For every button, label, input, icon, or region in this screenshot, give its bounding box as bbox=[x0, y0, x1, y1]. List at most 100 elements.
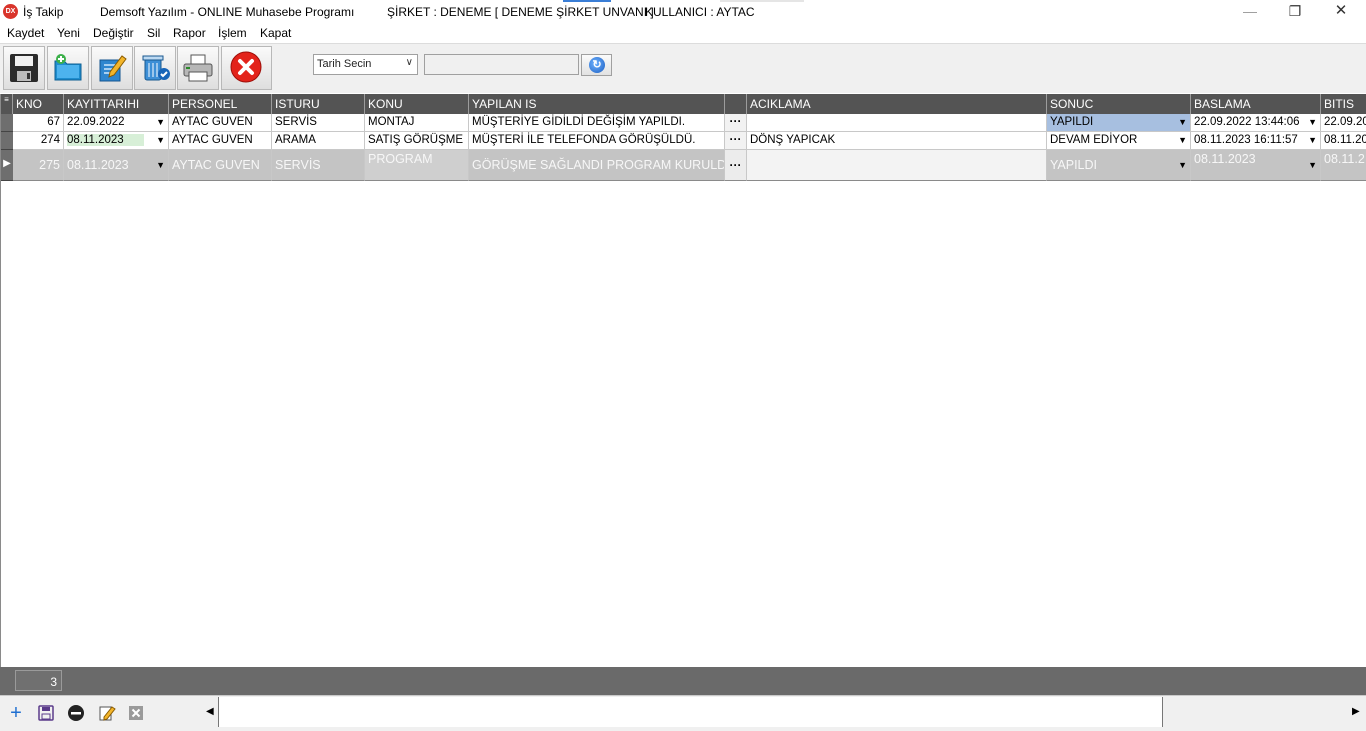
column-header-aciklama[interactable]: ACIKLAMA bbox=[747, 94, 1047, 114]
cell-bitis[interactable]: 22.09.20 bbox=[1321, 114, 1366, 132]
dropdown-arrow-icon[interactable]: ▼ bbox=[156, 117, 165, 127]
horizontal-scrollbar[interactable]: ◀ ▶ bbox=[201, 697, 1366, 727]
cell-aciklama[interactable] bbox=[747, 150, 1047, 181]
dropdown-arrow-icon[interactable]: ▼ bbox=[1308, 135, 1317, 145]
cell-kno[interactable]: 274 bbox=[13, 132, 64, 150]
cell-yapilan-is[interactable]: MÜŞTERİ İLE TELEFONDA GÖRÜŞÜLDÜ. bbox=[469, 132, 725, 150]
cell-yapilan-is[interactable]: GÖRÜŞME SAĞLANDI PROGRAM KURULDU. bbox=[469, 150, 725, 181]
menu-islem[interactable]: İşlem bbox=[218, 26, 247, 40]
cell-baslama[interactable]: 22.09.2022 13:44:06 ▼ bbox=[1191, 114, 1321, 132]
column-header-kno[interactable]: KNO bbox=[13, 94, 64, 114]
cell-personel[interactable]: AYTAC GUVEN bbox=[169, 132, 272, 150]
ellipsis-button[interactable]: ··· bbox=[725, 150, 747, 181]
dropdown-arrow-icon[interactable]: ▼ bbox=[1178, 117, 1187, 127]
column-header-button[interactable] bbox=[725, 94, 747, 114]
menu-degistir[interactable]: Değiştir bbox=[93, 26, 134, 40]
close-button[interactable]: ✕ bbox=[1318, 0, 1364, 24]
minimize-button[interactable]: — bbox=[1227, 0, 1273, 24]
refresh-icon: ↻ bbox=[589, 57, 605, 73]
tab-accent-line bbox=[563, 0, 611, 2]
cell-kayittarihi-value: 08.11.2023 bbox=[67, 158, 129, 172]
edit-icon bbox=[99, 55, 127, 82]
exit-button[interactable] bbox=[221, 46, 272, 90]
date-select[interactable]: Tarih Secin ∨ bbox=[313, 54, 418, 75]
scroll-right-icon[interactable]: ▶ bbox=[1352, 706, 1360, 717]
dropdown-arrow-icon[interactable]: ▼ bbox=[156, 135, 165, 145]
cell-kayittarihi[interactable]: 08.11.2023 ▼ bbox=[64, 150, 169, 181]
edit-record-button[interactable] bbox=[96, 702, 118, 724]
cell-sonuc-selected[interactable]: YAPILDI ▼ bbox=[1047, 114, 1191, 132]
current-row-indicator[interactable]: ▶ bbox=[1, 150, 13, 181]
cell-isturu[interactable]: SERVİS bbox=[272, 114, 365, 132]
remove-record-button[interactable] bbox=[65, 702, 87, 724]
cell-kno[interactable]: 275 bbox=[13, 150, 64, 181]
dropdown-arrow-icon[interactable]: ▼ bbox=[156, 160, 165, 170]
refresh-button[interactable]: ↻ bbox=[581, 54, 612, 76]
cell-konu[interactable]: PROGRAM bbox=[365, 150, 469, 181]
cell-kayittarihi[interactable]: 22.09.2022 ▼ bbox=[64, 114, 169, 132]
table-row[interactable]: 274 08.11.2023 ▼ AYTAC GUVEN ARAMA SATIŞ … bbox=[1, 132, 1366, 150]
menu-rapor[interactable]: Rapor bbox=[173, 26, 206, 40]
save-button[interactable] bbox=[3, 46, 45, 90]
save-record-button[interactable] bbox=[35, 702, 57, 724]
cell-sonuc[interactable]: DEVAM EDİYOR ▼ bbox=[1047, 132, 1191, 150]
cell-konu[interactable]: MONTAJ bbox=[365, 114, 469, 132]
column-header-isturu[interactable]: ISTURU bbox=[272, 94, 365, 114]
new-folder-icon bbox=[54, 54, 82, 81]
delete-button[interactable] bbox=[134, 46, 176, 90]
dropdown-arrow-icon[interactable]: ▼ bbox=[1178, 135, 1187, 145]
menu-bar: Kaydet Yeni Değiştir Sil Rapor İşlem Kap… bbox=[0, 24, 1366, 43]
menu-kapat[interactable]: Kapat bbox=[260, 26, 291, 40]
ellipsis-button[interactable]: ··· bbox=[725, 114, 747, 132]
add-record-button[interactable]: + bbox=[5, 702, 27, 724]
restore-button[interactable]: ❐ bbox=[1272, 0, 1318, 24]
cell-sonuc[interactable]: YAPILDI ▼ bbox=[1047, 150, 1191, 181]
cell-baslama-value: 22.09.2022 13:44:06 bbox=[1194, 116, 1300, 128]
cell-aciklama[interactable]: DÖNŞ YAPICAK bbox=[747, 132, 1047, 150]
cell-kayittarihi[interactable]: 08.11.2023 ▼ bbox=[64, 132, 169, 150]
filter-input[interactable] bbox=[424, 54, 579, 75]
column-header-personel[interactable]: PERSONEL bbox=[169, 94, 272, 114]
company-label: ŞİRKET : DENEME [ DENEME ŞİRKET UNVANI ] bbox=[387, 5, 654, 19]
print-button[interactable] bbox=[177, 46, 219, 90]
ellipsis-button[interactable]: ··· bbox=[725, 132, 747, 150]
cell-baslama[interactable]: 08.11.2023 16:11:57 ▼ bbox=[1191, 132, 1321, 150]
add-icon: + bbox=[10, 702, 22, 724]
scrollbar-thumb[interactable] bbox=[218, 697, 1163, 727]
column-header-baslama[interactable]: BASLAMA bbox=[1191, 94, 1321, 114]
dropdown-arrow-icon[interactable]: ▼ bbox=[1308, 117, 1317, 127]
dropdown-arrow-icon[interactable]: ▼ bbox=[1308, 160, 1317, 170]
table-row-editing[interactable]: ▶ 275 08.11.2023 ▼ AYTAC GUVEN SERVİS PRO… bbox=[1, 150, 1366, 181]
column-header-konu[interactable]: KONU bbox=[365, 94, 469, 114]
scroll-left-icon[interactable]: ◀ bbox=[206, 706, 214, 717]
column-header-bitis[interactable]: BITIS bbox=[1321, 94, 1366, 114]
menu-yeni[interactable]: Yeni bbox=[57, 26, 80, 40]
cell-personel[interactable]: AYTAC GUVEN bbox=[169, 114, 272, 132]
column-header-kayittarihi[interactable]: KAYITTARIHI bbox=[64, 94, 169, 114]
new-button[interactable] bbox=[47, 46, 89, 90]
row-indicator[interactable] bbox=[1, 132, 13, 150]
edit-button[interactable] bbox=[91, 46, 133, 90]
cell-isturu[interactable]: ARAMA bbox=[272, 132, 365, 150]
menu-kaydet[interactable]: Kaydet bbox=[7, 26, 44, 40]
cell-baslama-value: 08.11.2023 bbox=[1194, 152, 1256, 166]
cell-isturu[interactable]: SERVİS bbox=[272, 150, 365, 181]
cell-baslama[interactable]: 08.11.2023 ▼ bbox=[1191, 150, 1321, 181]
cell-kayittarihi-value: 08.11.2023 bbox=[67, 134, 144, 146]
column-header-sonuc[interactable]: SONUC bbox=[1047, 94, 1191, 114]
cell-kno[interactable]: 67 bbox=[13, 114, 64, 132]
cell-aciklama[interactable] bbox=[747, 114, 1047, 132]
dropdown-arrow-icon[interactable]: ▼ bbox=[1178, 160, 1187, 170]
save-icon bbox=[10, 54, 38, 82]
cell-bitis[interactable]: 08.11.2 bbox=[1321, 150, 1366, 181]
cell-bitis[interactable]: 08.11.20 bbox=[1321, 132, 1366, 150]
cell-konu[interactable]: SATIŞ GÖRÜŞME bbox=[365, 132, 469, 150]
grid-menu-icon[interactable]: ≡ bbox=[1, 94, 13, 114]
table-row[interactable]: 67 22.09.2022 ▼ AYTAC GUVEN SERVİS MONTAJ… bbox=[1, 114, 1366, 132]
cell-yapilan-is[interactable]: MÜŞTERİYE GİDİLDİ DEĞİŞİM YAPILDI. bbox=[469, 114, 725, 132]
cancel-edit-button[interactable] bbox=[125, 702, 147, 724]
column-header-yapilan-is[interactable]: YAPILAN IS bbox=[469, 94, 725, 114]
menu-sil[interactable]: Sil bbox=[147, 26, 160, 40]
row-indicator[interactable] bbox=[1, 114, 13, 132]
cell-personel[interactable]: AYTAC GUVEN bbox=[169, 150, 272, 181]
